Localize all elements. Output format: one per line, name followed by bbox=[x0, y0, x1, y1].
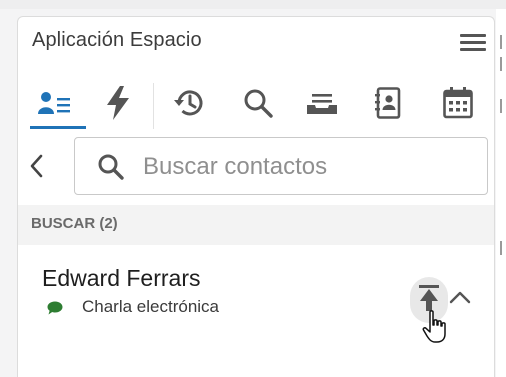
edge-mark bbox=[500, 241, 502, 255]
results-count-label: BUSCAR (2) bbox=[31, 215, 118, 232]
contact-channel: Charla electrónica bbox=[82, 297, 220, 316]
menu-bar bbox=[460, 48, 486, 51]
pin-contact-button[interactable] bbox=[410, 277, 448, 323]
hamburger-menu-button[interactable] bbox=[458, 32, 488, 54]
app-title: Aplicación Espacio bbox=[32, 29, 202, 51]
menu-bar bbox=[460, 34, 486, 37]
tab-actions[interactable] bbox=[90, 75, 146, 131]
tab-contacts[interactable] bbox=[24, 75, 86, 131]
history-icon bbox=[174, 90, 203, 116]
toolbar-divider bbox=[153, 83, 154, 129]
tab-history[interactable] bbox=[160, 75, 216, 131]
lightning-icon bbox=[107, 86, 129, 120]
results-header: BUSCAR (2) bbox=[18, 205, 494, 245]
search-icon bbox=[244, 89, 273, 118]
calendar-icon bbox=[443, 87, 473, 119]
tool-tabs bbox=[18, 75, 494, 135]
chevron-up-icon bbox=[449, 291, 471, 304]
search-row bbox=[18, 135, 494, 205]
contact-name: Edward Ferrars bbox=[42, 265, 201, 291]
contacts-list-icon bbox=[38, 92, 70, 114]
address-book-icon bbox=[375, 87, 401, 119]
search-icon bbox=[98, 154, 124, 180]
contacts-panel: Aplicación Espacio Buscar contactos BUSC… bbox=[17, 16, 495, 377]
tab-directory[interactable] bbox=[360, 75, 416, 131]
tab-queue[interactable] bbox=[294, 75, 350, 131]
adjacent-panel-edge bbox=[496, 9, 506, 377]
chat-bubble-icon bbox=[47, 301, 63, 315]
pin-to-top-icon bbox=[419, 285, 439, 311]
edge-mark bbox=[500, 57, 502, 71]
top-strip bbox=[0, 0, 506, 9]
search-field[interactable] bbox=[74, 137, 488, 195]
contact-item[interactable]: Edward Ferrars Charla electrónica bbox=[18, 245, 494, 377]
tab-search[interactable] bbox=[230, 75, 286, 131]
tab-calendar[interactable] bbox=[430, 75, 486, 131]
edge-mark bbox=[500, 99, 502, 113]
inbox-tray-icon bbox=[307, 94, 337, 114]
chevron-left-icon bbox=[30, 154, 43, 178]
back-button[interactable] bbox=[26, 153, 48, 179]
menu-bar bbox=[460, 41, 486, 44]
search-input[interactable] bbox=[141, 150, 475, 184]
edge-mark bbox=[500, 35, 502, 49]
collapse-button[interactable] bbox=[448, 289, 472, 305]
